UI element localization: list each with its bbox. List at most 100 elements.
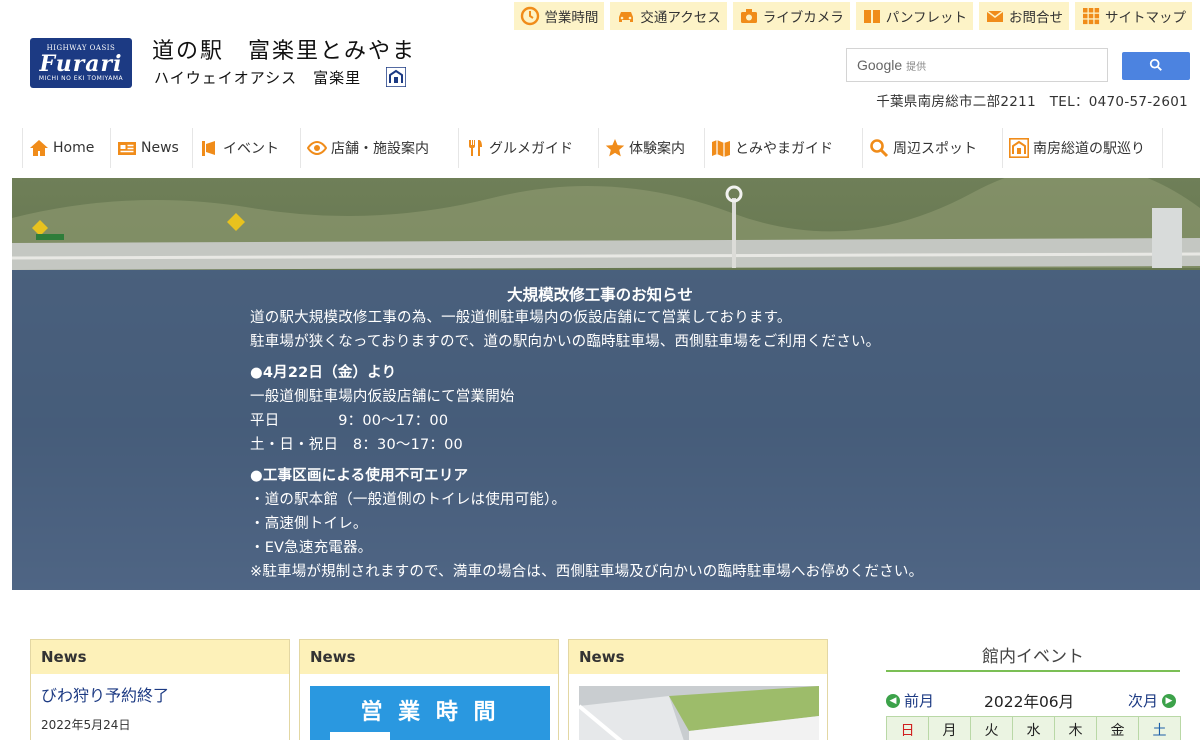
newspaper-icon bbox=[117, 138, 137, 158]
thumbnail-caption: 営 業 時 間 bbox=[360, 700, 500, 725]
nav-label: 周辺スポット bbox=[893, 141, 977, 157]
news-title-link[interactable]: びわ狩り予約終了 bbox=[41, 682, 169, 706]
calendar-weekday-row: 日 月 火 水 木 金 土 bbox=[886, 716, 1181, 740]
search-brand: Google bbox=[857, 57, 903, 73]
toplink-label: お問合せ bbox=[1009, 10, 1063, 26]
toplink-label: 交通アクセス bbox=[640, 10, 721, 26]
toplink-label: ライブカメラ bbox=[762, 10, 844, 26]
address-phone: 千葉県南房総市二部2211 TEL：0470-57-2601 bbox=[876, 94, 1188, 110]
thumbnail-band bbox=[330, 732, 390, 740]
news-thumbnail[interactable] bbox=[577, 686, 819, 740]
nav-label: イベント bbox=[223, 141, 279, 157]
search-icon bbox=[1149, 57, 1163, 76]
notice-line: ※駐車場が規制されますので、満車の場合は、西側駐車場及び向かいの臨時駐車場へお停… bbox=[250, 564, 924, 580]
notice-line: 駐車場が狭くなっておりますので、道の駅向かいの臨時駐車場、西側駐車場をご利用くだ… bbox=[250, 334, 881, 350]
toplink-hours[interactable]: 営業時間 bbox=[514, 2, 605, 30]
weekday-sat: 土 bbox=[1139, 717, 1181, 740]
nav-nearby-spots[interactable]: 周辺スポット bbox=[863, 128, 1003, 168]
toplink-contact[interactable]: お問合せ bbox=[979, 2, 1069, 30]
toplink-sitemap[interactable]: サイトマップ bbox=[1075, 2, 1192, 30]
weekday-tue: 火 bbox=[971, 717, 1013, 740]
nav-gourmet[interactable]: グルメガイド bbox=[459, 128, 599, 168]
hero-banner bbox=[12, 178, 1200, 590]
notice-line: 道の駅大規模改修工事の為、一般道側駐車場内の仮設店舗にて営業しております。 bbox=[250, 310, 792, 326]
weekday-sun: 日 bbox=[887, 717, 929, 740]
star-icon bbox=[605, 138, 625, 158]
site-title: 道の駅 富楽里とみやま bbox=[152, 39, 417, 64]
weekday-thu: 木 bbox=[1055, 717, 1097, 740]
nav-label: 南房総道の駅巡り bbox=[1033, 141, 1145, 157]
nav-station-tour[interactable]: 南房総道の駅巡り bbox=[1003, 128, 1163, 168]
arrow-right-icon: ▶ bbox=[1162, 693, 1177, 708]
card-header: News bbox=[31, 640, 289, 674]
weekday-mon: 月 bbox=[929, 717, 971, 740]
calendar-prev-link[interactable]: ◀ 前月 bbox=[886, 690, 934, 711]
utility-links: 営業時間 交通アクセス ライブカメラ パンフレット お問合せ サイトマップ bbox=[514, 2, 1192, 30]
nav-experience[interactable]: 体験案内 bbox=[599, 128, 705, 168]
toplink-access[interactable]: 交通アクセス bbox=[610, 2, 727, 30]
station-badge-icon bbox=[385, 66, 407, 88]
notice-line: 平日 9：00〜17：00 bbox=[250, 413, 449, 429]
mail-icon bbox=[985, 6, 1005, 26]
search-button[interactable] bbox=[1122, 52, 1190, 80]
clock-icon bbox=[520, 6, 540, 26]
main-nav: Home News イベント 店舗・施設案内 グルメガイド 体験案内 とみやまガ… bbox=[22, 128, 1163, 168]
notice-line: ・高速側トイレ。 bbox=[250, 516, 368, 532]
nav-tomiyama-guide[interactable]: とみやまガイド bbox=[705, 128, 863, 168]
calendar-month: 2022年06月 bbox=[984, 693, 1075, 711]
nav-label: Home bbox=[53, 140, 95, 156]
toplink-pamphlet[interactable]: パンフレット bbox=[855, 2, 973, 30]
nav-event[interactable]: イベント bbox=[193, 128, 301, 168]
site-logo[interactable]: HIGHWAY OASIS Furari MICHI NO EKI TOMIYA… bbox=[30, 38, 132, 88]
arrow-left-icon: ◀ bbox=[886, 693, 900, 708]
notice-line: 一般道側駐車場内仮設店舗にて営業開始 bbox=[250, 389, 515, 405]
grid-icon bbox=[1081, 6, 1101, 26]
nav-label: 体験案内 bbox=[629, 141, 685, 157]
nav-label: News bbox=[141, 140, 179, 156]
search-icon bbox=[869, 138, 889, 158]
notice-line: ・道の駅本館（一般道側のトイレは使用可能）。 bbox=[250, 492, 567, 508]
calendar-heading: 館内イベント bbox=[982, 647, 1084, 667]
calendar-divider bbox=[886, 670, 1180, 672]
calendar-next-link[interactable]: 次月 ▶ bbox=[1128, 690, 1177, 711]
nav-label: とみやまガイド bbox=[735, 141, 833, 157]
megaphone-icon bbox=[199, 138, 219, 158]
notice-line: ・EV急速充電器。 bbox=[250, 540, 373, 556]
logo-line3: MICHI NO EKI TOMIYAMA bbox=[38, 74, 124, 82]
fork-knife-icon bbox=[465, 138, 485, 158]
book-icon bbox=[862, 6, 882, 26]
toplink-live-camera[interactable]: ライブカメラ bbox=[732, 2, 850, 30]
toplink-label: サイトマップ bbox=[1105, 10, 1186, 26]
nav-facilities[interactable]: 店舗・施設案内 bbox=[301, 128, 459, 168]
news-date: 2022年5月24日 bbox=[41, 718, 131, 732]
toplink-label: 営業時間 bbox=[544, 10, 599, 26]
home-icon bbox=[29, 138, 49, 158]
eye-icon bbox=[307, 138, 327, 158]
logo-line2: Furari bbox=[39, 50, 123, 77]
nav-home[interactable]: Home bbox=[23, 128, 111, 168]
map-icon bbox=[711, 138, 731, 158]
toplink-label: パンフレット bbox=[885, 10, 967, 26]
news-card[interactable]: News びわ狩り予約終了 2022年5月24日 bbox=[30, 639, 290, 740]
search-input[interactable]: Google 提供 bbox=[846, 48, 1108, 82]
station-icon bbox=[1009, 138, 1029, 158]
news-card[interactable]: News bbox=[568, 639, 828, 740]
news-card[interactable]: News 営 業 時 間 bbox=[299, 639, 559, 740]
news-thumbnail[interactable]: 営 業 時 間 bbox=[310, 686, 550, 740]
weekday-fri: 金 bbox=[1097, 717, 1139, 740]
weekday-wed: 水 bbox=[1013, 717, 1055, 740]
nav-label: 店舗・施設案内 bbox=[331, 141, 429, 157]
card-header: News bbox=[569, 640, 827, 674]
search-provided: 提供 bbox=[906, 61, 927, 73]
map-thumbnail bbox=[577, 686, 819, 740]
calendar-prev-label: 前月 bbox=[904, 692, 935, 710]
notice-line: 土・日・祝日 8：30〜17：00 bbox=[250, 437, 463, 453]
calendar-next-label: 次月 bbox=[1128, 692, 1159, 710]
car-icon bbox=[616, 6, 636, 26]
nav-label: グルメガイド bbox=[489, 141, 573, 157]
notice-title: 大規模改修工事のお知らせ bbox=[507, 286, 693, 304]
site-subtitle: ハイウェイオアシス 富楽里 bbox=[154, 69, 362, 87]
nav-news[interactable]: News bbox=[111, 128, 193, 168]
card-header: News bbox=[300, 640, 558, 674]
camera-icon bbox=[739, 6, 759, 26]
